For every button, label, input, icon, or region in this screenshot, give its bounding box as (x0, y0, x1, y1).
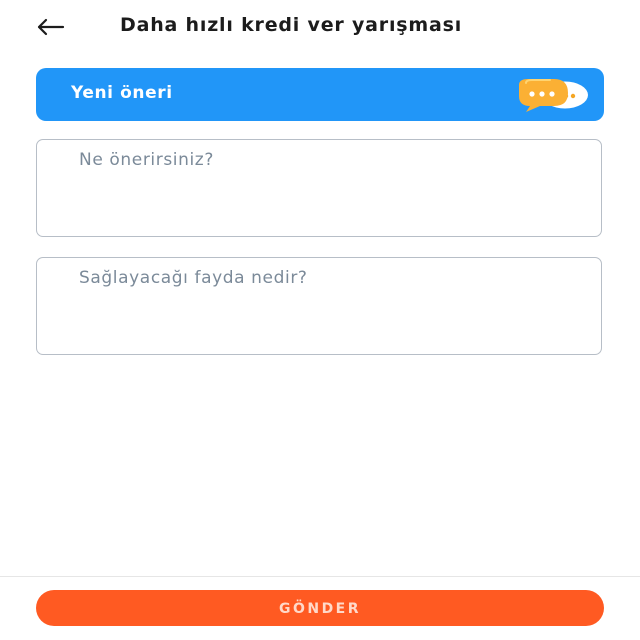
suggestion-field[interactable] (36, 139, 602, 237)
arrow-left-icon (37, 18, 65, 36)
submit-button[interactable]: GÖNDER (36, 590, 604, 626)
suggestion-input[interactable] (37, 140, 601, 236)
benefit-input[interactable] (37, 258, 601, 354)
benefit-field[interactable] (36, 257, 602, 355)
page-title: Daha hızlı kredi ver yarışması (120, 14, 463, 36)
chat-bubbles-icon (519, 79, 588, 112)
suggestion-form-screen: Daha hızlı kredi ver yarışması Yeni öner… (0, 0, 640, 640)
footer-divider (0, 576, 640, 577)
new-suggestion-banner: Yeni öneri (36, 68, 604, 121)
back-button[interactable] (32, 12, 68, 42)
banner-title: Yeni öneri (71, 83, 173, 103)
app-header: Daha hızlı kredi ver yarışması (0, 0, 640, 54)
